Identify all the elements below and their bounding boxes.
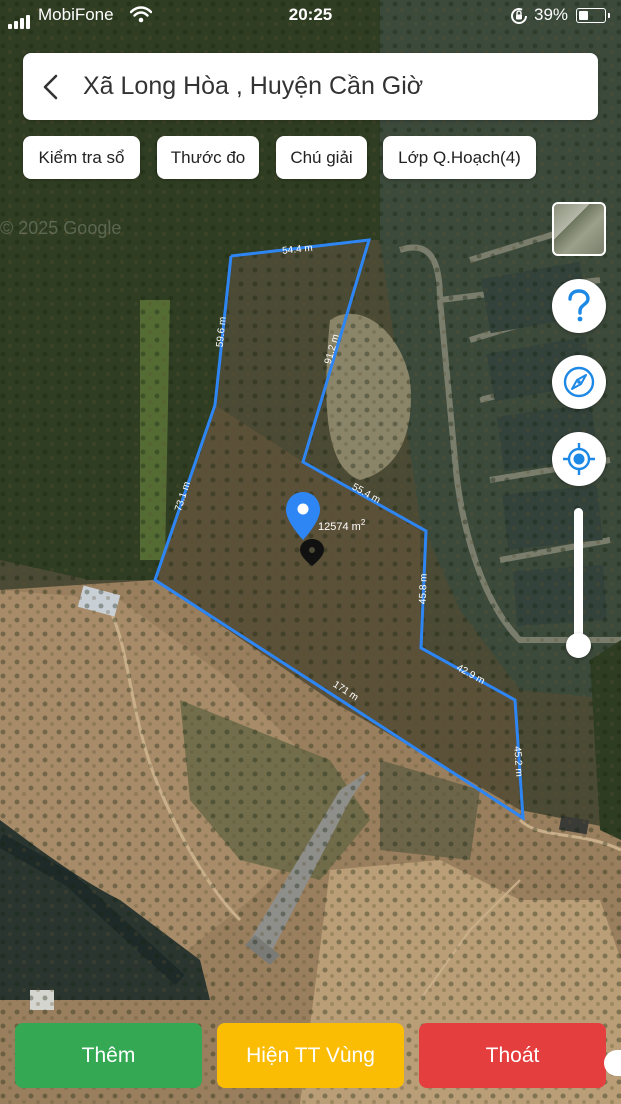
ruler-button[interactable]: Thước đo bbox=[157, 136, 259, 179]
help-button[interactable] bbox=[552, 279, 606, 333]
status-bar: MobiFone 20:25 39% bbox=[0, 0, 621, 32]
locate-button[interactable] bbox=[552, 432, 606, 486]
planning-layer-button[interactable]: Lớp Q.Hoạch(4) bbox=[383, 136, 536, 179]
map-layer-thumbnail[interactable] bbox=[552, 202, 606, 256]
location-title: Xã Long Hòa , Huyện Cần Giờ bbox=[83, 72, 424, 100]
exit-button[interactable]: Thoát bbox=[419, 1023, 606, 1088]
legend-button[interactable]: Chú giải bbox=[276, 136, 367, 179]
edge-label: 45.2 m bbox=[511, 746, 524, 777]
rotation-lock-icon bbox=[511, 8, 527, 24]
edge-label: 45.8 m bbox=[418, 573, 430, 604]
compass-icon bbox=[563, 366, 595, 398]
area-label: 12574 m2 bbox=[318, 518, 366, 533]
locate-icon bbox=[563, 443, 595, 475]
show-region-info-button[interactable]: Hiện TT Vùng bbox=[217, 1023, 404, 1088]
map-watermark: © 2025 Google bbox=[0, 218, 121, 238]
battery-icon bbox=[576, 8, 610, 23]
chevron-left-icon[interactable] bbox=[41, 73, 61, 101]
check-book-button[interactable]: Kiểm tra sổ bbox=[23, 136, 140, 179]
battery-percent: 39% bbox=[534, 5, 569, 24]
add-button[interactable]: Thêm bbox=[15, 1023, 202, 1088]
opacity-slider-thumb[interactable] bbox=[566, 633, 591, 658]
compass-button[interactable] bbox=[552, 355, 606, 409]
question-icon bbox=[568, 289, 590, 322]
opacity-slider-track[interactable] bbox=[574, 508, 583, 648]
location-header: Xã Long Hòa , Huyện Cần Giờ bbox=[23, 53, 598, 120]
